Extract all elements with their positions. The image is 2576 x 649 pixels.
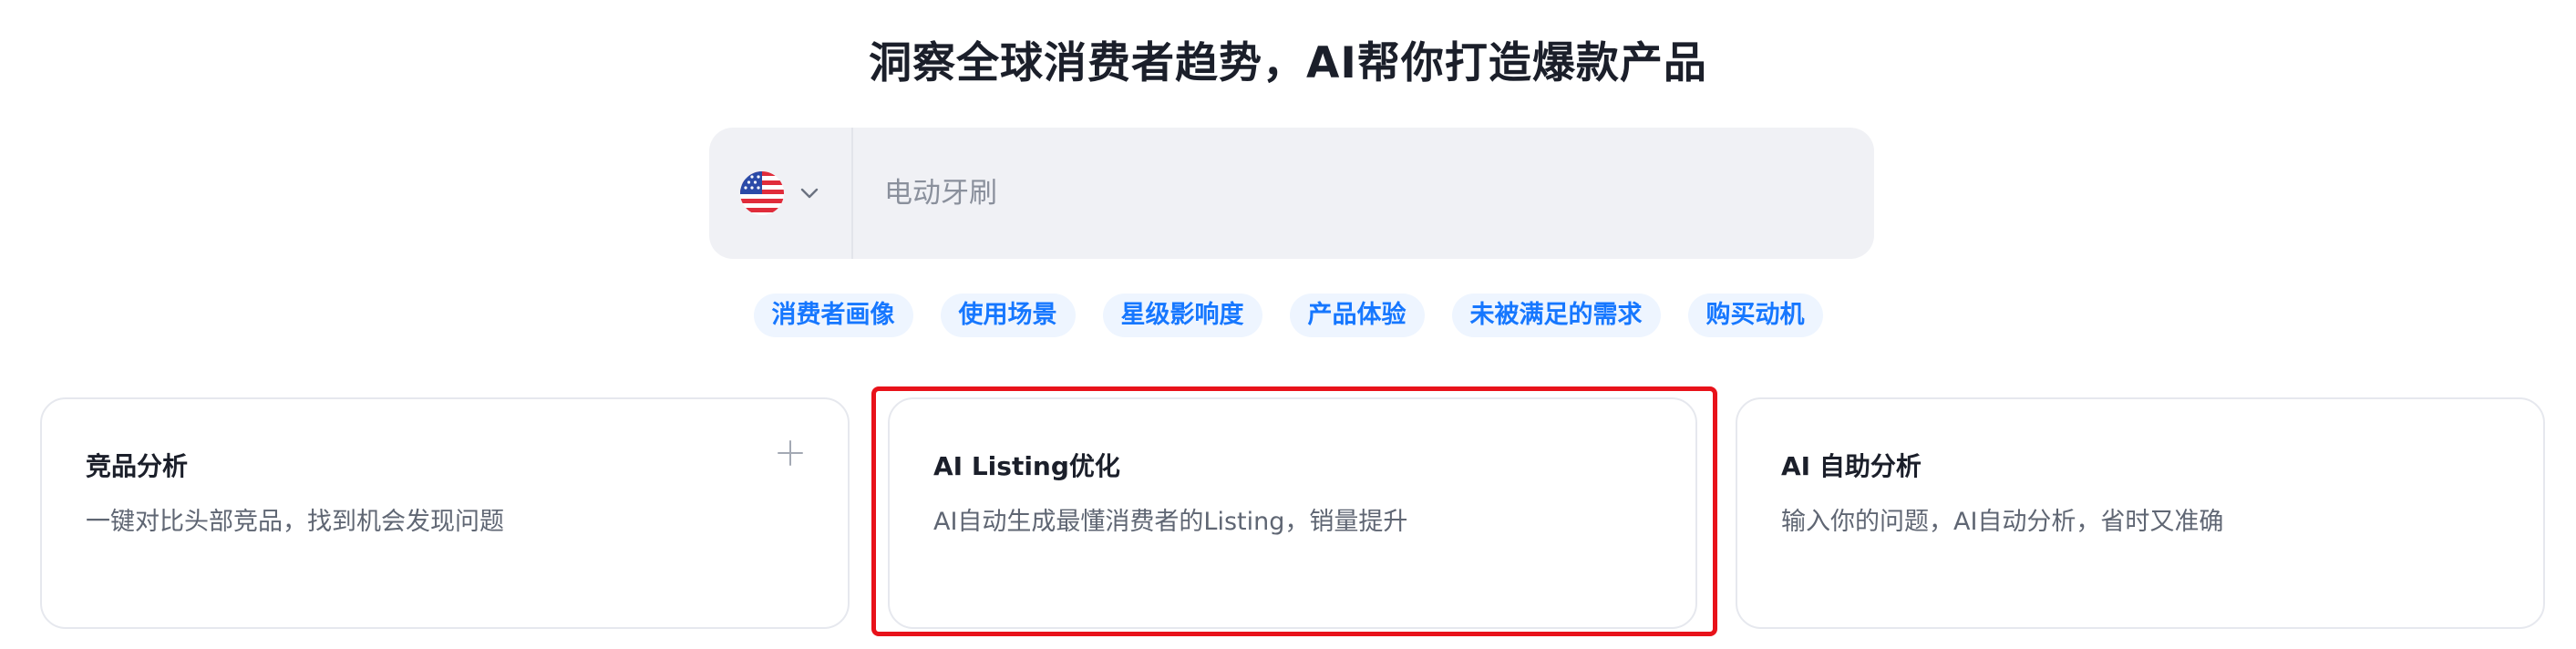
card-description: AI自动生成最懂消费者的Listing，销量提升	[933, 508, 1408, 536]
page-title: 洞察全球消费者趋势，AI帮你打造爆款产品	[869, 38, 1707, 88]
tag-unmet-needs[interactable]: 未被满足的需求	[1451, 294, 1661, 337]
country-selector[interactable]	[709, 128, 853, 259]
tag-consumer-profile[interactable]: 消费者画像	[753, 294, 913, 337]
card-title: 竞品分析	[86, 451, 189, 481]
card-competitor-analysis[interactable]: 竞品分析 一键对比头部竞品，找到机会发现问题	[40, 397, 850, 629]
us-flag-icon	[740, 171, 784, 215]
card-title: AI Listing优化	[933, 451, 1120, 481]
search-bar	[709, 127, 1874, 260]
plus-icon[interactable]	[777, 439, 804, 467]
tag-star-impact[interactable]: 星级影响度	[1102, 294, 1262, 337]
chevron-down-icon	[800, 188, 819, 199]
tag-purchase-motivation[interactable]: 购买动机	[1687, 294, 1823, 337]
tag-usage-scenario[interactable]: 使用场景	[940, 294, 1076, 337]
quick-tags: 消费者画像 使用场景 星级影响度 产品体验 未被满足的需求 购买动机	[0, 294, 2576, 337]
card-title: AI 自助分析	[1781, 451, 1922, 481]
card-description: 一键对比头部竞品，找到机会发现问题	[86, 508, 504, 536]
search-input[interactable]	[853, 127, 1874, 260]
card-ai-listing-optimization[interactable]: AI Listing优化 AI自动生成最懂消费者的Listing，销量提升	[888, 397, 1697, 629]
tag-product-experience[interactable]: 产品体验	[1289, 294, 1425, 337]
card-ai-self-analysis[interactable]: AI 自助分析 输入你的问题，AI自动分析，省时又准确	[1736, 397, 2545, 629]
card-description: 输入你的问题，AI自动分析，省时又准确	[1781, 508, 2224, 536]
